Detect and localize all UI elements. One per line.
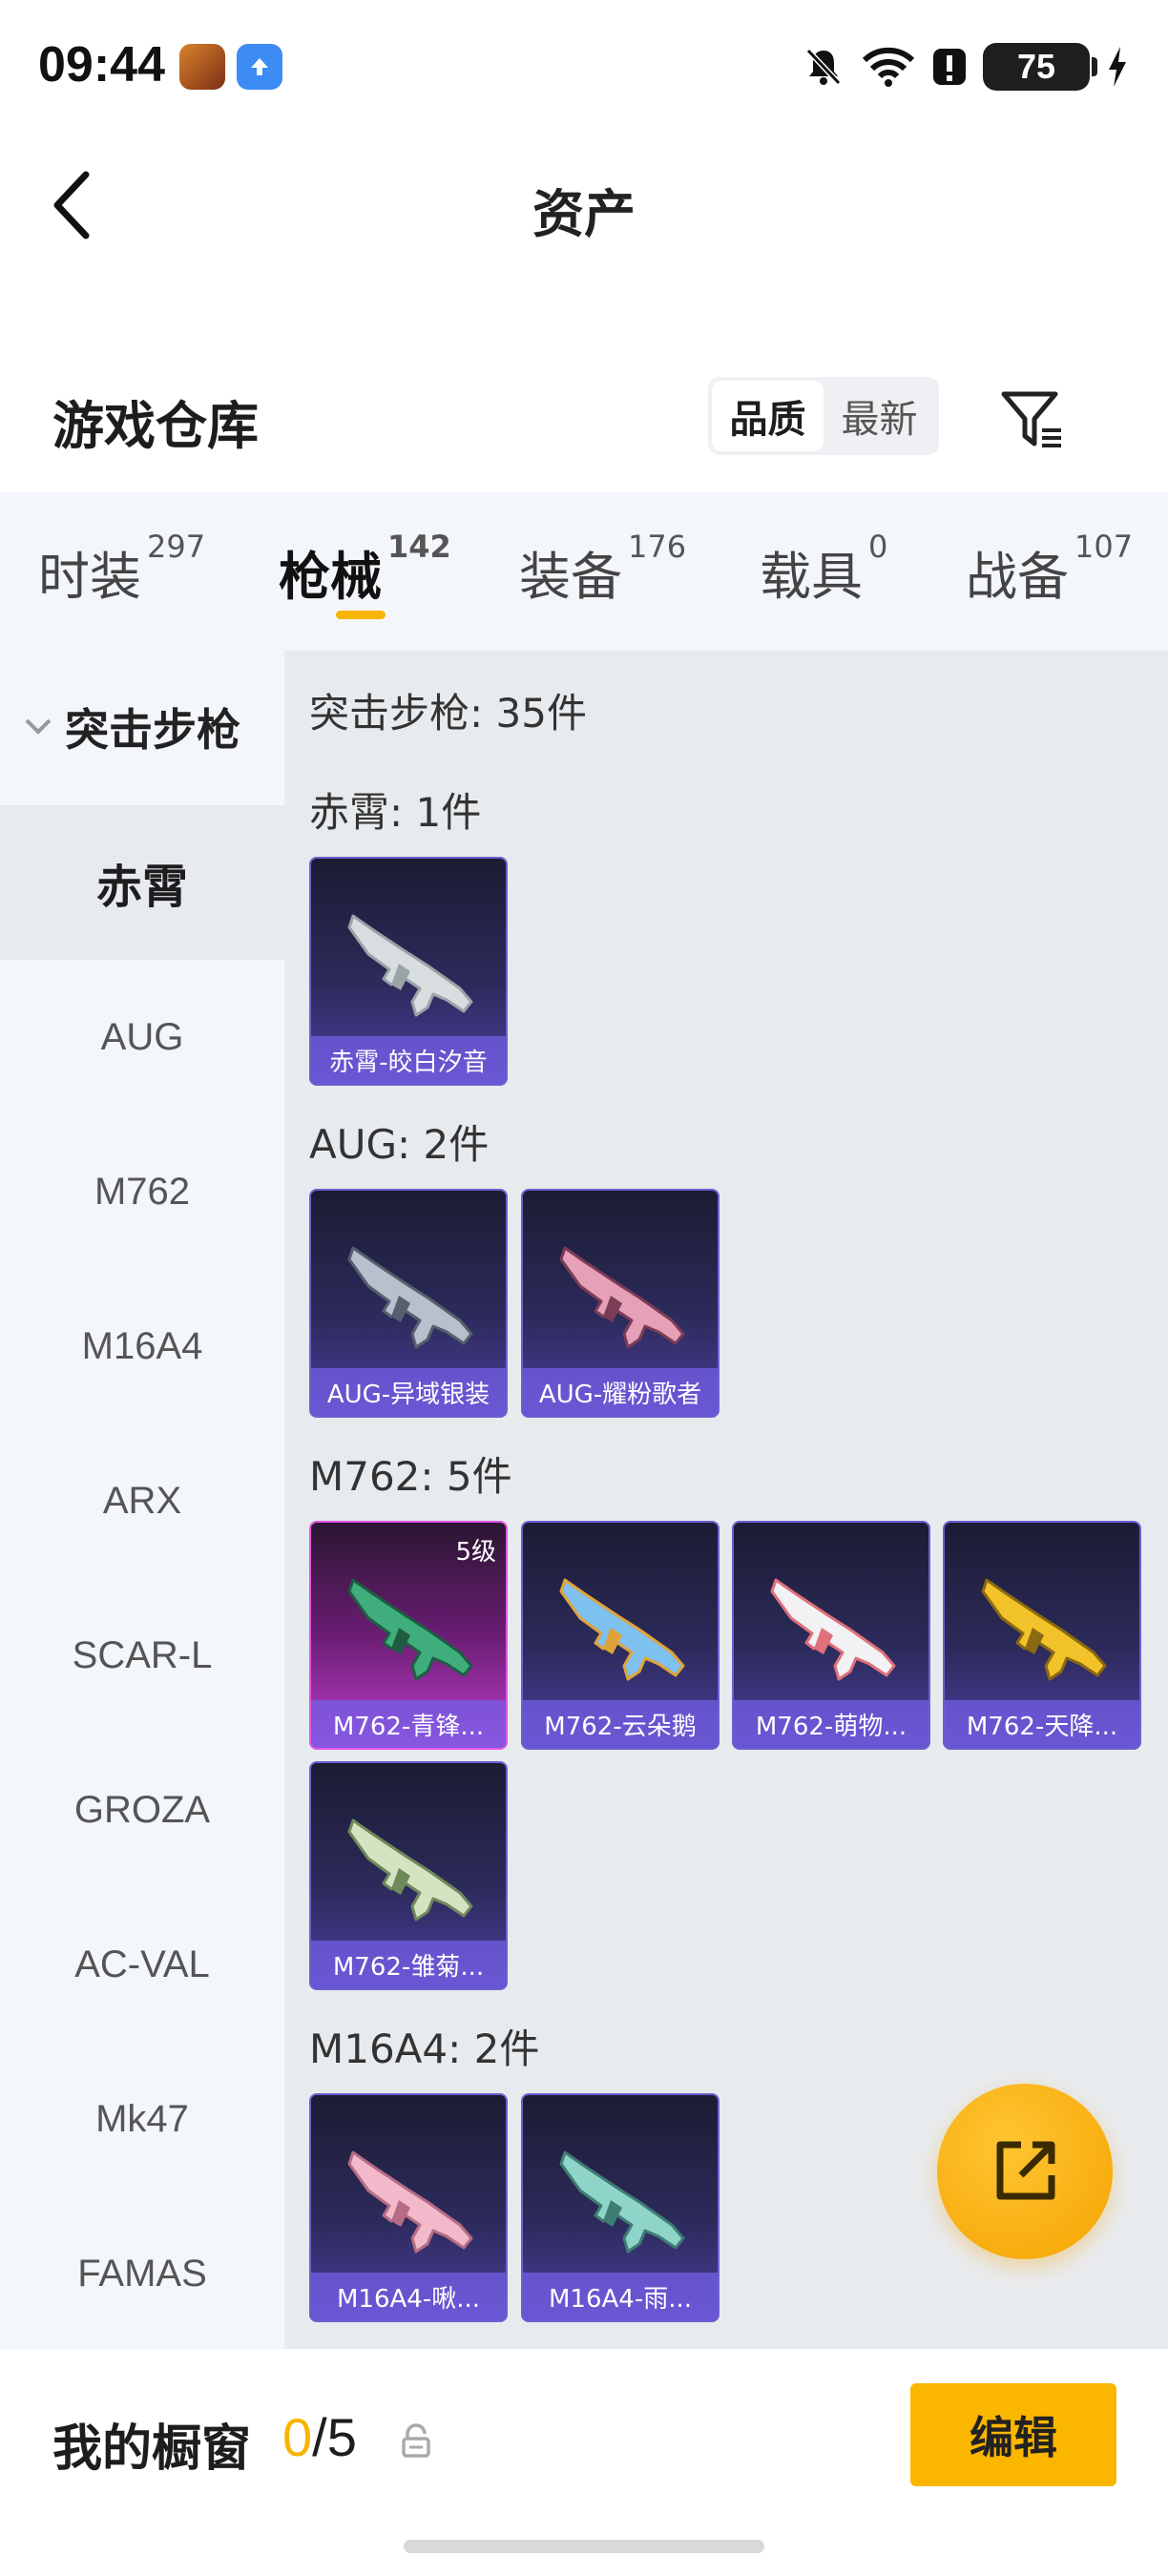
tab-vehicles[interactable]: 载具 0 [760, 529, 887, 610]
filter-button[interactable] [994, 382, 1071, 458]
showcase-count: 0/5 [282, 2406, 357, 2468]
rifle-icon [347, 1818, 473, 1922]
sort-newest-option[interactable]: 最新 [824, 381, 935, 451]
showcase-bar: 我的橱窗 0/5 编辑 [0, 2349, 1168, 2576]
share-fab[interactable] [937, 2084, 1113, 2259]
charging-icon [1109, 47, 1126, 87]
tab-label: 战备 [966, 547, 1069, 607]
rifle-icon [981, 1578, 1107, 1681]
weapon-name: M762-萌物... [734, 1700, 928, 1748]
tab-count: 107 [1074, 529, 1134, 565]
share-external-icon [996, 2141, 1055, 2200]
rifle-icon [559, 1578, 685, 1681]
weapon-name: M16A4-雨... [523, 2273, 718, 2320]
sidebar-item-scar-l[interactable]: SCAR-L [0, 1578, 284, 1733]
sidebar-category-label: 突击步枪 [65, 704, 240, 756]
sidebar-item-aug[interactable]: AUG [0, 960, 284, 1114]
group-label-m16a4: M16A4: 2件 [309, 2025, 540, 2072]
showcase-title: 我的橱窗 [52, 2420, 252, 2478]
mute-bell-icon [805, 48, 842, 86]
wifi-icon [862, 47, 915, 87]
weapon-name: M762-青锋... [311, 1700, 506, 1748]
tab-label: 枪械 [279, 547, 382, 607]
weapon-card[interactable]: M16A4-雨... [521, 2093, 720, 2322]
battery-indicator: 75 [983, 43, 1097, 91]
sidebar-category-header[interactable]: 突击步枪 [0, 679, 284, 775]
home-indicator[interactable] [404, 2540, 764, 2553]
sidebar-item-m16a4[interactable]: M16A4 [0, 1269, 284, 1423]
rifle-icon [347, 1246, 473, 1349]
rifle-icon [559, 1246, 685, 1349]
tab-count: 176 [628, 529, 687, 565]
sidebar-item-mk47[interactable]: Mk47 [0, 2042, 284, 2196]
alert-icon [933, 49, 966, 85]
tab-count: 142 [387, 529, 451, 565]
group-label-m762: M762: 5件 [309, 1453, 512, 1500]
weapon-name: AUG-异域银装 [311, 1368, 506, 1416]
active-tab-indicator [336, 611, 386, 619]
showcase-current: 0 [282, 2407, 313, 2467]
sidebar-item-groza[interactable]: GROZA [0, 1733, 284, 1887]
weapon-card[interactable]: M762-萌物... [732, 1521, 930, 1750]
tab-supplies[interactable]: 战备 107 [966, 529, 1133, 610]
tab-firearms[interactable]: 枪械 142 [279, 529, 451, 610]
weapon-card[interactable]: M762-云朵鹅 [521, 1521, 720, 1750]
weapon-card[interactable]: 5级 M762-青锋... [309, 1521, 508, 1750]
tab-label: 载具 [760, 547, 863, 607]
tab-label: 时装 [38, 547, 141, 607]
weapon-name: M762-云朵鹅 [523, 1700, 718, 1748]
rifle-icon [347, 2150, 473, 2254]
tab-fashion[interactable]: 时装 297 [38, 529, 205, 610]
chevron-down-icon [25, 718, 52, 735]
group-label-aug: AUG: 2件 [309, 1121, 490, 1168]
sidebar-item-arx[interactable]: ARX [0, 1423, 284, 1578]
weapon-card[interactable]: M762-天降... [943, 1521, 1141, 1750]
weapon-card[interactable]: AUG-耀粉歌者 [521, 1189, 720, 1418]
upload-app-icon [237, 44, 282, 90]
warehouse-title: 游戏仓库 [52, 396, 259, 456]
weapon-card[interactable]: M16A4-啾... [309, 2093, 508, 2322]
weapon-card[interactable]: M762-雏菊... [309, 1761, 508, 1990]
sidebar-item-famas[interactable]: FAMAS [0, 2196, 284, 2351]
tab-count: 297 [147, 529, 206, 565]
weapon-card[interactable]: AUG-异域银装 [309, 1189, 508, 1418]
tab-label: 装备 [519, 547, 622, 607]
page-title: 资产 [532, 184, 636, 244]
sidebar-item-m762[interactable]: M762 [0, 1114, 284, 1269]
game-app-icon [179, 44, 225, 90]
total-count-label: 突击步枪: 35件 [309, 690, 587, 737]
sort-toggle: 品质 最新 [708, 377, 939, 455]
weapon-name: M762-天降... [945, 1700, 1139, 1748]
edit-button[interactable]: 编辑 [910, 2383, 1116, 2486]
tab-equipment[interactable]: 装备 176 [519, 529, 686, 610]
weapon-name: M762-雏菊... [311, 1941, 506, 1988]
status-time: 09:44 [38, 37, 165, 93]
group-label-chixiao: 赤霄: 1件 [309, 789, 482, 836]
sidebar-item-ac-val[interactable]: AC-VAL [0, 1887, 284, 2042]
tab-count: 0 [868, 529, 888, 565]
showcase-max: /5 [312, 2407, 357, 2467]
rifle-icon [347, 914, 473, 1017]
weapon-name: 赤霄-皎白汐音 [311, 1036, 506, 1084]
status-bar: 09:44 75 [0, 0, 1168, 134]
category-tabs: 时装 297 枪械 142 装备 176 载具 0 战备 107 [0, 492, 1168, 651]
rifle-icon [347, 1578, 473, 1681]
rifle-icon [770, 1578, 896, 1681]
lock-icon [402, 2423, 430, 2458]
weapon-name: AUG-耀粉歌者 [523, 1368, 718, 1416]
status-icons: 75 [802, 40, 1130, 93]
weapon-sidebar: 突击步枪 赤霄 AUG M762 M16A4 ARX SCAR-L GROZA … [0, 651, 284, 2349]
weapon-name: M16A4-啾... [311, 2273, 506, 2320]
weapon-card[interactable]: 赤霄-皎白汐音 [309, 857, 508, 1086]
rifle-icon [559, 2150, 685, 2254]
sort-quality-option[interactable]: 品质 [712, 381, 824, 451]
level-badge: 5级 [455, 1538, 496, 1567]
sidebar-item-chixiao[interactable]: 赤霄 [0, 805, 284, 960]
filter-icon [1001, 391, 1061, 447]
